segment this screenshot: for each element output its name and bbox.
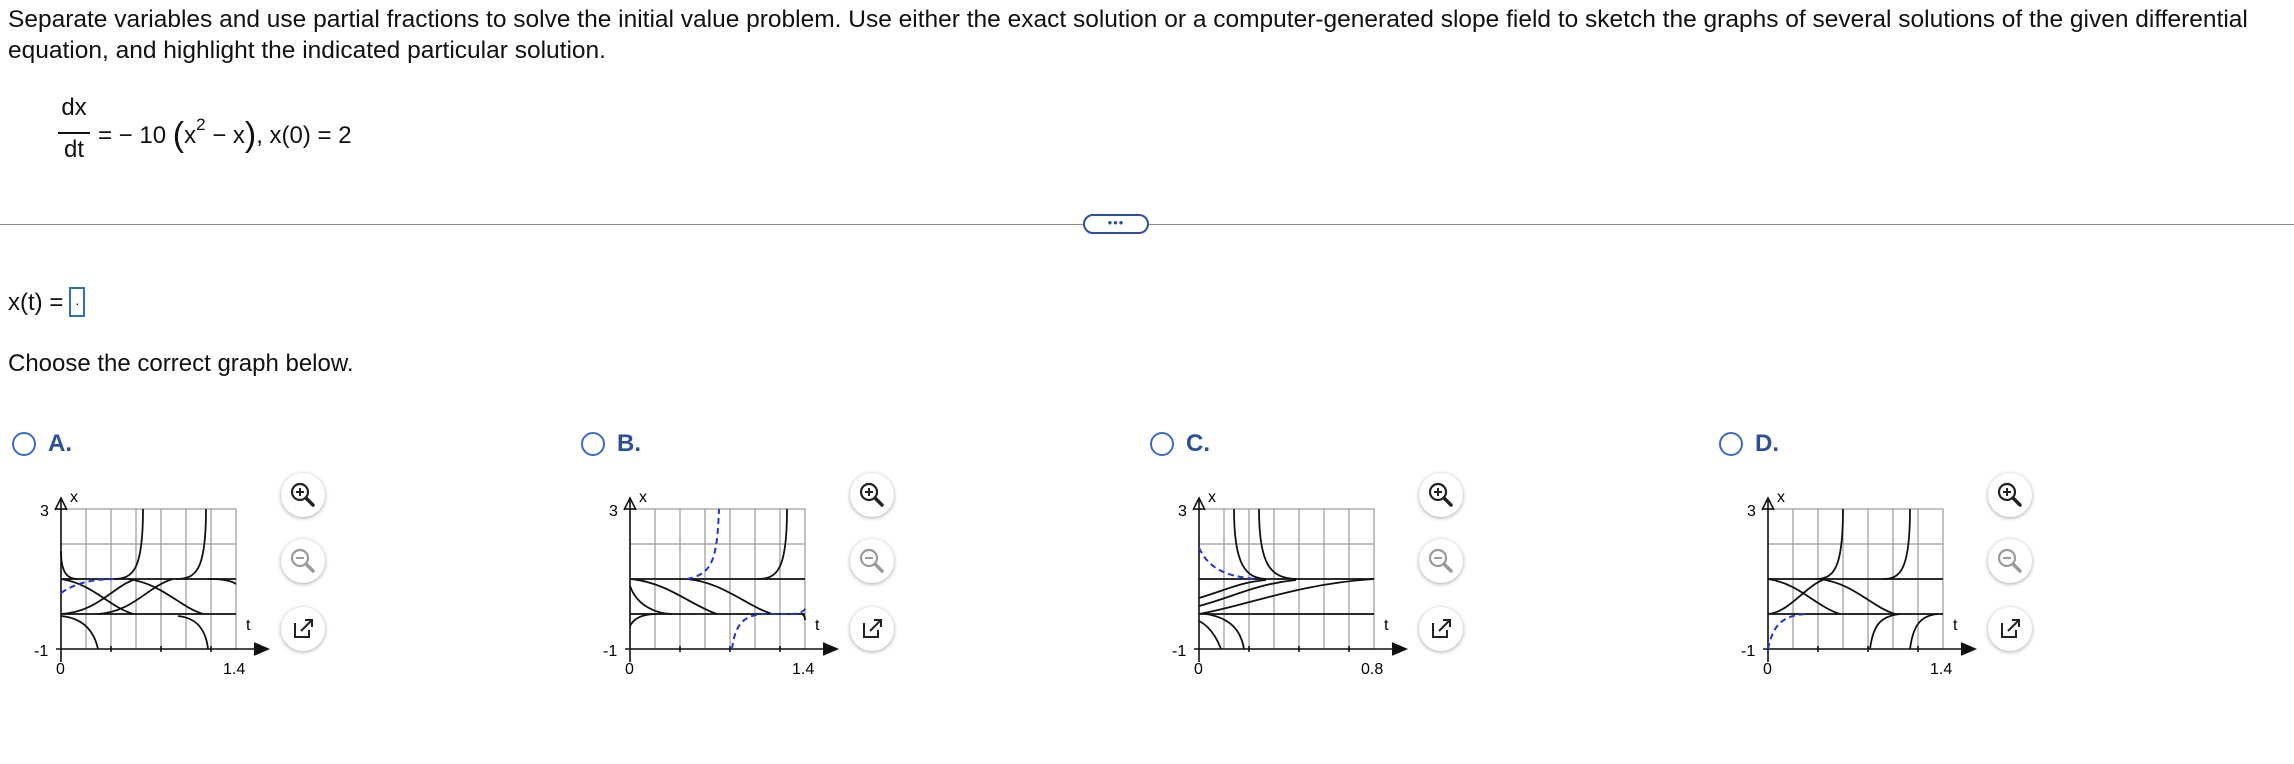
solution-curves [629, 508, 806, 627]
zoom-out-button[interactable] [1988, 539, 2032, 583]
x-end-label: 0.8 [1361, 661, 1383, 678]
fraction-denominator: dt [63, 136, 84, 163]
open-new-window-icon [863, 619, 882, 638]
option-a-letter: A. [48, 430, 72, 457]
y-axis-label: x [70, 489, 78, 506]
open-new-window-icon [1432, 619, 1451, 638]
particular-solution-curve [1198, 547, 1257, 580]
option-c-graph: x 3 -1 0 0.8 t [1172, 489, 1409, 678]
option-d-radio[interactable] [1719, 432, 1743, 456]
x-origin-label: 0 [56, 661, 65, 678]
solution-curves [1767, 508, 1943, 650]
y-bottom-label: -1 [603, 643, 617, 660]
option-d-letter: D. [1755, 430, 1779, 457]
open-new-window-icon [294, 619, 313, 638]
option-b-radio[interactable] [581, 432, 605, 456]
x-end-label: 1.4 [223, 661, 245, 678]
zoom-in-icon [859, 482, 884, 507]
option-d[interactable]: D. x 3 -1 0 1.4 t [1715, 426, 2045, 716]
answer-input[interactable]: . [69, 286, 86, 317]
problem-statement: Separate variables and use partial fract… [8, 6, 2248, 64]
x-base: x [184, 122, 197, 149]
x-end-label: 1.4 [792, 661, 814, 678]
zoom-out-button[interactable] [850, 539, 894, 583]
fraction-numerator: dx [61, 94, 87, 121]
zoom-in-icon [1997, 482, 2022, 507]
option-d-graph: x 3 -1 0 1.4 t [1741, 489, 1978, 678]
y-bottom-label: -1 [1741, 643, 1755, 660]
open-new-window-button[interactable] [1419, 607, 1463, 651]
x-exponent: 2 [196, 115, 206, 134]
y-axis-label: x [1777, 489, 1785, 506]
x-end-label: 1.4 [1930, 661, 1952, 678]
y-axis-label: x [639, 489, 647, 506]
fraction-bar [58, 132, 90, 134]
x-origin-label: 0 [625, 661, 634, 678]
more-options-button[interactable]: ••• [1083, 214, 1149, 234]
zoom-in-icon [290, 482, 315, 507]
option-a-radio[interactable] [12, 432, 36, 456]
zoom-out-icon [290, 548, 315, 573]
y-bottom-label: -1 [34, 643, 48, 660]
zoom-in-button[interactable] [850, 473, 894, 517]
y-axis-label: x [1208, 489, 1216, 506]
option-b-graph: x 3 -1 0 1.4 t [603, 489, 840, 678]
option-c-radio[interactable] [1150, 432, 1174, 456]
y-top-label: 3 [40, 503, 49, 520]
zoom-out-button[interactable] [281, 539, 325, 583]
zoom-out-icon [1997, 548, 2022, 573]
particular-solution-curve [1767, 613, 1806, 650]
choose-graph-prompt: Choose the correct graph below. [8, 350, 354, 377]
zoom-in-button[interactable] [1988, 473, 2032, 517]
y-top-label: 3 [609, 503, 618, 520]
zoom-out-icon [859, 548, 884, 573]
answer-line: x(t) =. [8, 286, 86, 320]
option-b-letter: B. [617, 430, 641, 457]
equation-rhs: = − 10 (x2 − x), x(0) = 2 [98, 113, 352, 154]
zoom-in-button[interactable] [281, 473, 325, 517]
open-new-window-icon [2001, 619, 2020, 638]
close-paren: ) [244, 116, 257, 154]
x-axis-label: t [1953, 617, 1958, 634]
x-axis-label: t [1384, 617, 1389, 634]
x-origin-label: 0 [1763, 661, 1772, 678]
x-axis-label: t [246, 617, 251, 634]
initial-condition: , x(0) = 2 [256, 122, 352, 149]
open-new-window-button[interactable] [281, 607, 325, 651]
y-bottom-label: -1 [1172, 643, 1186, 660]
zoom-out-icon [1428, 548, 1453, 573]
x-axis-label: t [815, 617, 820, 634]
option-b[interactable]: B. x 3 -1 0 1.4 t [577, 426, 907, 716]
rhs-mid: − x [205, 122, 245, 149]
rhs-prefix: = − 10 [98, 122, 167, 149]
option-a[interactable]: A. x 3 -1 0 1.4 t [8, 426, 338, 716]
solution-curves [1198, 508, 1375, 650]
x-origin-label: 0 [1194, 661, 1203, 678]
answer-label: x(t) = [8, 289, 64, 316]
option-c[interactable]: C. x 3 -1 0 0.8 t [1146, 426, 1476, 716]
open-paren: ( [172, 116, 185, 154]
zoom-out-button[interactable] [1419, 539, 1463, 583]
zoom-in-button[interactable] [1419, 473, 1463, 517]
open-new-window-button[interactable] [1988, 607, 2032, 651]
option-c-letter: C. [1186, 430, 1210, 457]
option-a-graph: x 3 -1 0 1.4 t [34, 489, 271, 678]
open-new-window-button[interactable] [850, 607, 894, 651]
y-top-label: 3 [1747, 503, 1756, 520]
y-top-label: 3 [1178, 503, 1187, 520]
solution-curves [60, 508, 237, 650]
zoom-in-icon [1428, 482, 1453, 507]
